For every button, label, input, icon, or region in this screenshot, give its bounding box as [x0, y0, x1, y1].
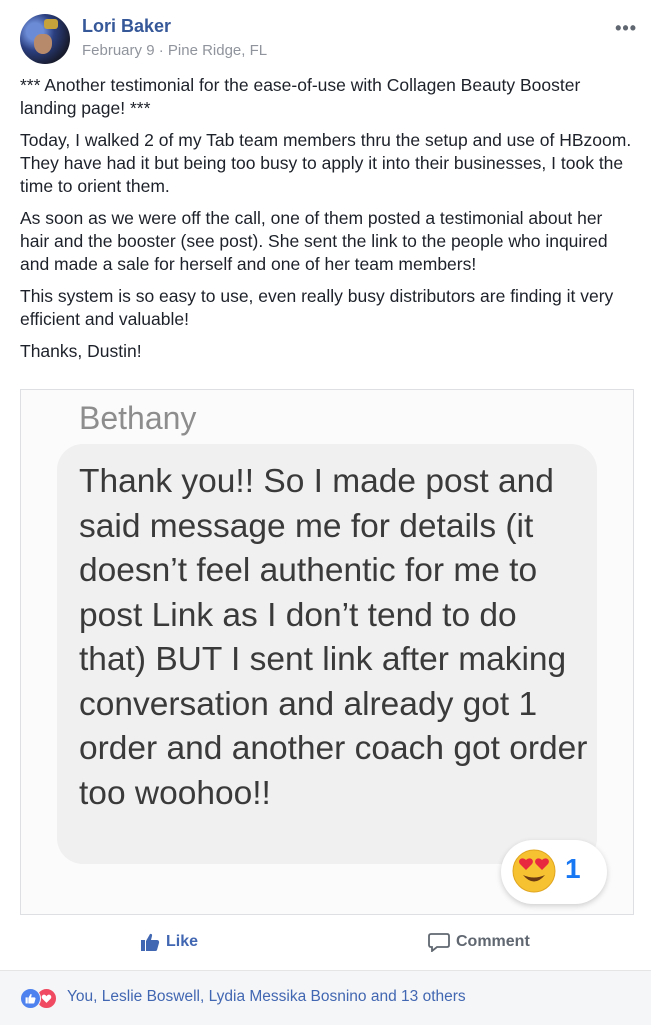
author-name[interactable]: Lori Baker: [82, 16, 171, 37]
message-reaction: 1: [501, 840, 607, 904]
meta-separator: ·: [158, 42, 164, 59]
thumbs-up-icon: [141, 933, 160, 951]
post-action-bar: Like Comment: [0, 920, 651, 968]
attached-screenshot[interactable]: Bethany Thank you!! So I made post and s…: [20, 389, 634, 915]
like-label: Like: [166, 933, 199, 950]
post-paragraph: As soon as we were off the call, one of …: [20, 208, 608, 274]
post-paragraph: Thanks, Dustin!: [20, 341, 142, 361]
avatar-detail: [44, 19, 58, 29]
post-meta: February 9 · Pine Ridge, FL: [82, 42, 267, 59]
post-body: *** Another testimonial for the ease-of-…: [20, 74, 635, 372]
like-button[interactable]: Like: [140, 932, 198, 952]
post-date[interactable]: February 9: [82, 42, 155, 59]
message-text: Thank you!! So I made post and said mess…: [79, 463, 588, 812]
reactions-summary: You, Leslie Boswell, Lydia Messika Bosni…: [0, 970, 651, 1025]
comment-button[interactable]: Comment: [428, 932, 530, 952]
reactors-text[interactable]: You, Leslie Boswell, Lydia Messika Bosni…: [67, 988, 466, 1006]
reaction-count: 1: [565, 853, 581, 884]
post-paragraph: This system is so easy to use, even real…: [20, 286, 614, 329]
message-bubble: Thank you!! So I made post and said mess…: [57, 444, 597, 864]
more-horizontal-icon[interactable]: •••: [615, 18, 637, 39]
comment-icon: [428, 933, 450, 952]
post-paragraph: Today, I walked 2 of my Tab team members…: [20, 130, 632, 196]
author-avatar[interactable]: [20, 14, 70, 64]
avatar-face: [34, 34, 52, 54]
post-location[interactable]: Pine Ridge, FL: [168, 42, 267, 59]
post-paragraph: *** Another testimonial for the ease-of-…: [20, 75, 581, 118]
like-reaction-icon: [20, 988, 41, 1009]
comment-label: Comment: [456, 933, 530, 950]
message-sender-name: Bethany: [79, 400, 197, 436]
reaction-icons[interactable]: [20, 988, 62, 1009]
post-header: Lori Baker February 9 · Pine Ridge, FL •…: [20, 14, 651, 64]
heart-eyes-emoji: [512, 849, 556, 893]
